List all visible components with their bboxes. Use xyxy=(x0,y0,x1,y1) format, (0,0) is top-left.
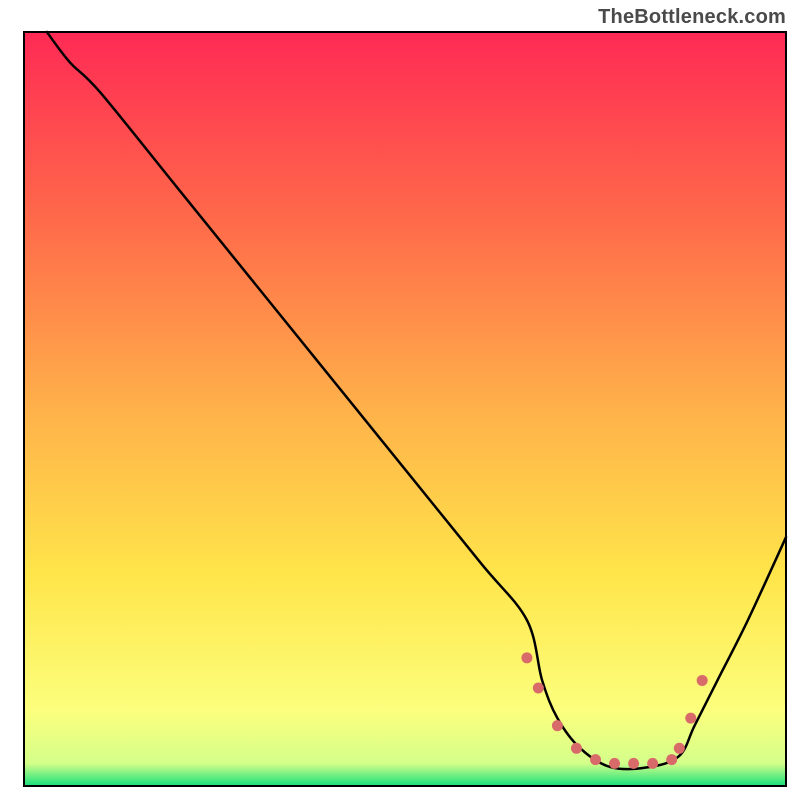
chart-svg xyxy=(0,0,800,800)
optimum-marker xyxy=(685,713,696,724)
gradient-background xyxy=(24,32,786,786)
optimum-marker xyxy=(674,743,685,754)
optimum-marker xyxy=(647,758,658,769)
plot-area xyxy=(24,32,786,786)
optimum-marker xyxy=(552,720,563,731)
optimum-marker xyxy=(628,758,639,769)
optimum-marker xyxy=(666,754,677,765)
optimum-marker xyxy=(609,758,620,769)
optimum-marker xyxy=(521,652,532,663)
optimum-marker xyxy=(571,743,582,754)
bottleneck-chart: TheBottleneck.com xyxy=(0,0,800,800)
optimum-marker xyxy=(533,682,544,693)
attribution-label: TheBottleneck.com xyxy=(598,6,786,29)
optimum-marker xyxy=(590,754,601,765)
optimum-marker xyxy=(697,675,708,686)
